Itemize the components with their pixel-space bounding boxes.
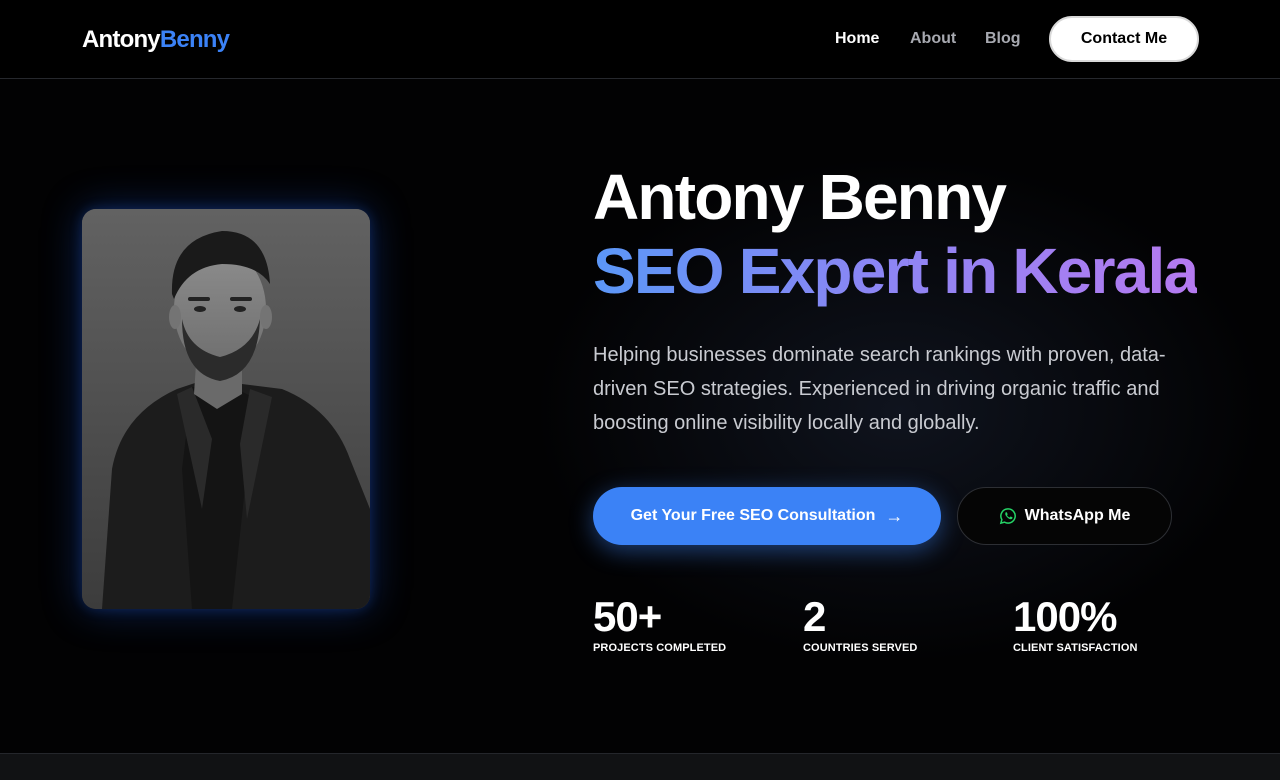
stat-countries: 2 COUNTRIES SERVED [803,593,917,655]
portrait-illustration [82,209,370,609]
site-logo[interactable]: AntonyBenny [82,26,230,54]
page: AntonyBenny Home About Blog Contact Me A… [0,0,1280,780]
profile-photo [82,209,370,609]
contact-me-button[interactable]: Contact Me [1049,16,1199,62]
stat-projects: 50+ PROJECTS COMPLETED [593,593,726,655]
whatsapp-label: WhatsApp Me [1024,507,1131,524]
stat-satisfaction: 100% CLIENT SATISFACTION [1013,593,1138,655]
whatsapp-icon [999,508,1016,525]
stat-label: PROJECTS COMPLETED [593,642,727,654]
logo-first-name: Antony [82,26,161,53]
hero-title: Antony Benny [593,161,1007,233]
site-header: AntonyBenny Home About Blog Contact Me [0,0,1280,79]
whatsapp-button[interactable]: WhatsApp Me [957,487,1172,545]
hero-subtitle: SEO Expert in Kerala [593,235,1199,307]
arrow-right-icon: → [885,506,904,526]
nav-item-home[interactable]: Home [835,29,879,49]
nav-item-blog[interactable]: Blog [985,29,1021,49]
stat-label: CLIENT SATISFACTION [1013,642,1138,654]
stat-label: COUNTRIES SERVED [803,642,918,654]
stat-value: 50+ [593,593,662,640]
free-consultation-button[interactable]: Get Your Free SEO Consultation → [593,487,941,545]
nav-item-about[interactable]: About [910,29,956,49]
stat-value: 2 [803,593,826,640]
logo-last-name: Benny [159,26,230,53]
next-section-edge [0,753,1280,780]
stat-value: 100% [1013,593,1117,640]
hero-description: Helping businesses dominate search ranki… [593,344,1166,434]
free-consultation-label: Get Your Free SEO Consultation [630,507,876,524]
